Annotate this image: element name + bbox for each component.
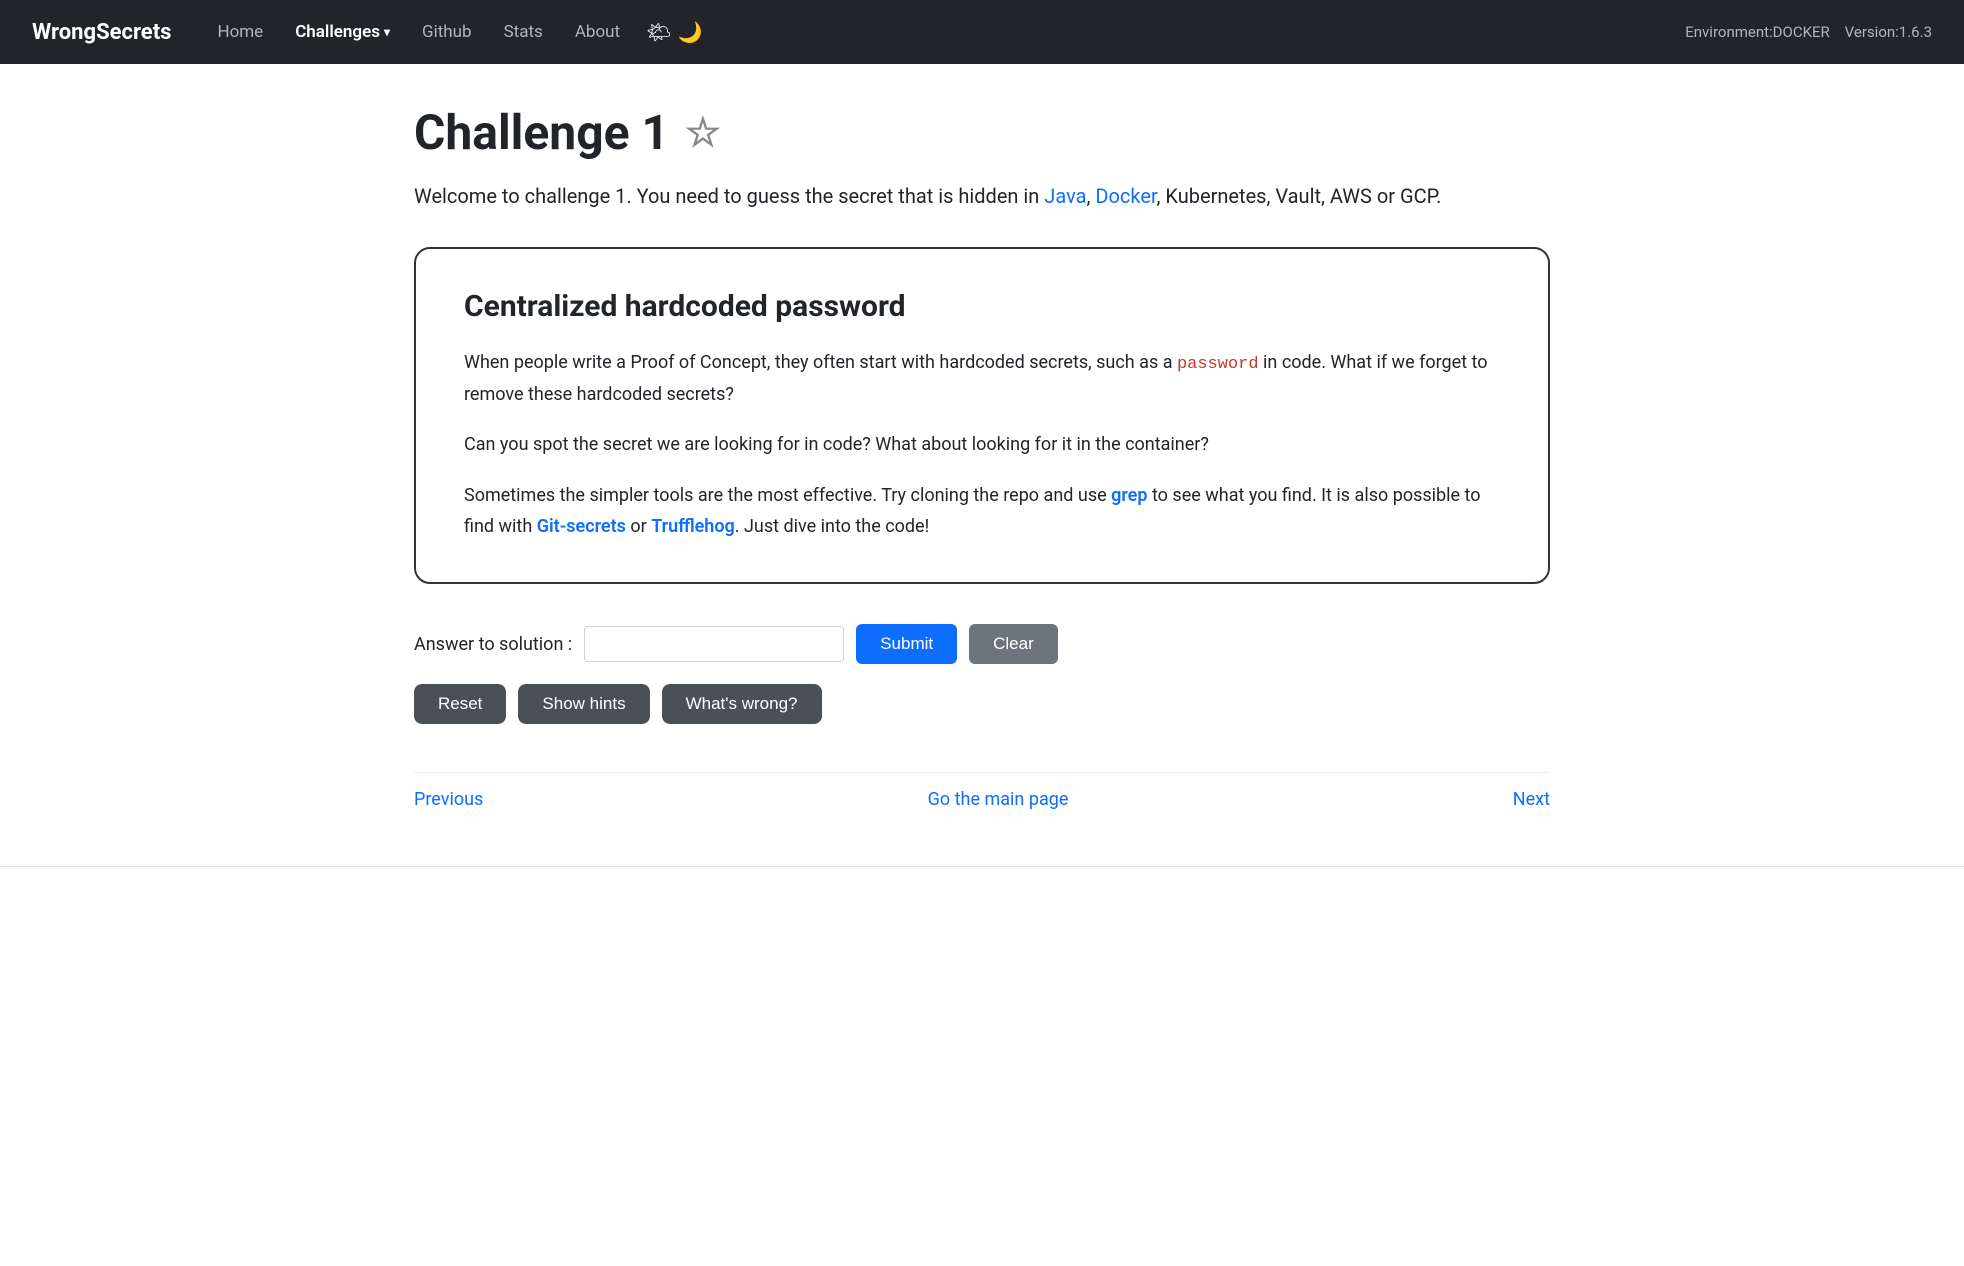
- bottom-nav: Previous Go the main page Next: [414, 772, 1550, 826]
- nav-link-challenges[interactable]: Challenges ▾: [281, 14, 404, 50]
- reset-button[interactable]: Reset: [414, 684, 506, 724]
- intro-link-docker[interactable]: Docker: [1095, 184, 1156, 208]
- answer-row: Answer to solution : Submit Clear: [414, 624, 1550, 664]
- nav-link-about-label: About: [575, 22, 620, 42]
- star-icon[interactable]: ☆: [685, 109, 721, 156]
- nav-link-stats-label: Stats: [504, 22, 543, 42]
- chevron-down-icon: ▾: [384, 25, 390, 39]
- card-p3-after: . Just dive into the code!: [735, 516, 929, 537]
- nav-link-stats[interactable]: Stats: [490, 14, 557, 50]
- card-title: Centralized hardcoded password: [464, 289, 1500, 324]
- nav-link-home[interactable]: Home: [203, 14, 277, 50]
- intro-paragraph: Welcome to challenge 1. You need to gues…: [414, 181, 1550, 211]
- theme-icons: 🌤 🌙: [646, 20, 702, 44]
- version-label: Version:1.6.3: [1845, 23, 1932, 41]
- moon-icon[interactable]: 🌙: [677, 20, 702, 44]
- card-paragraph-1: When people write a Proof of Concept, th…: [464, 348, 1500, 410]
- footer-divider: [0, 866, 1964, 867]
- link-grep[interactable]: grep: [1111, 485, 1147, 506]
- navbar: WrongSecrets Home Challenges ▾ Github St…: [0, 0, 1964, 64]
- main-content: Challenge 1 ☆ Welcome to challenge 1. Yo…: [382, 64, 1582, 866]
- code-password: password: [1177, 355, 1259, 374]
- show-hints-button[interactable]: Show hints: [518, 684, 649, 724]
- navbar-brand[interactable]: WrongSecrets: [32, 20, 171, 45]
- submit-button[interactable]: Submit: [856, 624, 957, 664]
- nav-link-challenges-label: Challenges: [295, 22, 380, 42]
- nav-link-home-label: Home: [217, 22, 263, 42]
- intro-text-before: Welcome to challenge 1. You need to gues…: [414, 184, 1044, 208]
- card-body: When people write a Proof of Concept, th…: [464, 348, 1500, 542]
- intro-text-suffix: , Kubernetes, Vault, AWS or GCP.: [1157, 184, 1442, 208]
- nav-link-github-label: Github: [422, 22, 472, 42]
- clear-button[interactable]: Clear: [969, 624, 1058, 664]
- navbar-env-version: Environment:DOCKER Version:1.6.3: [1685, 23, 1932, 41]
- card-p1-before: When people write a Proof of Concept, th…: [464, 352, 1177, 373]
- challenge-title-text: Challenge 1: [414, 104, 669, 161]
- nav-links: Home Challenges ▾ Github Stats About 🌤 🌙: [203, 14, 702, 50]
- card-p2-text: Can you spot the secret we are looking f…: [464, 434, 1209, 455]
- page-title: Challenge 1 ☆: [414, 104, 1550, 161]
- main-page-link[interactable]: Go the main page: [928, 789, 1069, 810]
- card-paragraph-2: Can you spot the secret we are looking f…: [464, 430, 1500, 461]
- action-buttons: Reset Show hints What's wrong?: [414, 684, 1550, 724]
- nav-link-github[interactable]: Github: [408, 14, 486, 50]
- intro-link-java[interactable]: Java: [1044, 184, 1086, 208]
- nav-link-about[interactable]: About: [561, 14, 634, 50]
- next-link[interactable]: Next: [1513, 789, 1550, 810]
- env-label: Environment:DOCKER: [1685, 23, 1830, 41]
- whats-wrong-button[interactable]: What's wrong?: [662, 684, 822, 724]
- card-p3-before: Sometimes the simpler tools are the most…: [464, 485, 1111, 506]
- challenge-card: Centralized hardcoded password When peop…: [414, 247, 1550, 584]
- answer-input[interactable]: [584, 626, 844, 662]
- card-p3-or: or: [626, 516, 651, 537]
- link-git-secrets[interactable]: Git-secrets: [537, 516, 626, 537]
- card-paragraph-3: Sometimes the simpler tools are the most…: [464, 481, 1500, 542]
- previous-link[interactable]: Previous: [414, 789, 483, 810]
- link-trufflehog[interactable]: Trufflehog: [651, 516, 735, 537]
- answer-label: Answer to solution :: [414, 634, 572, 655]
- sun-icon[interactable]: 🌤: [646, 20, 671, 44]
